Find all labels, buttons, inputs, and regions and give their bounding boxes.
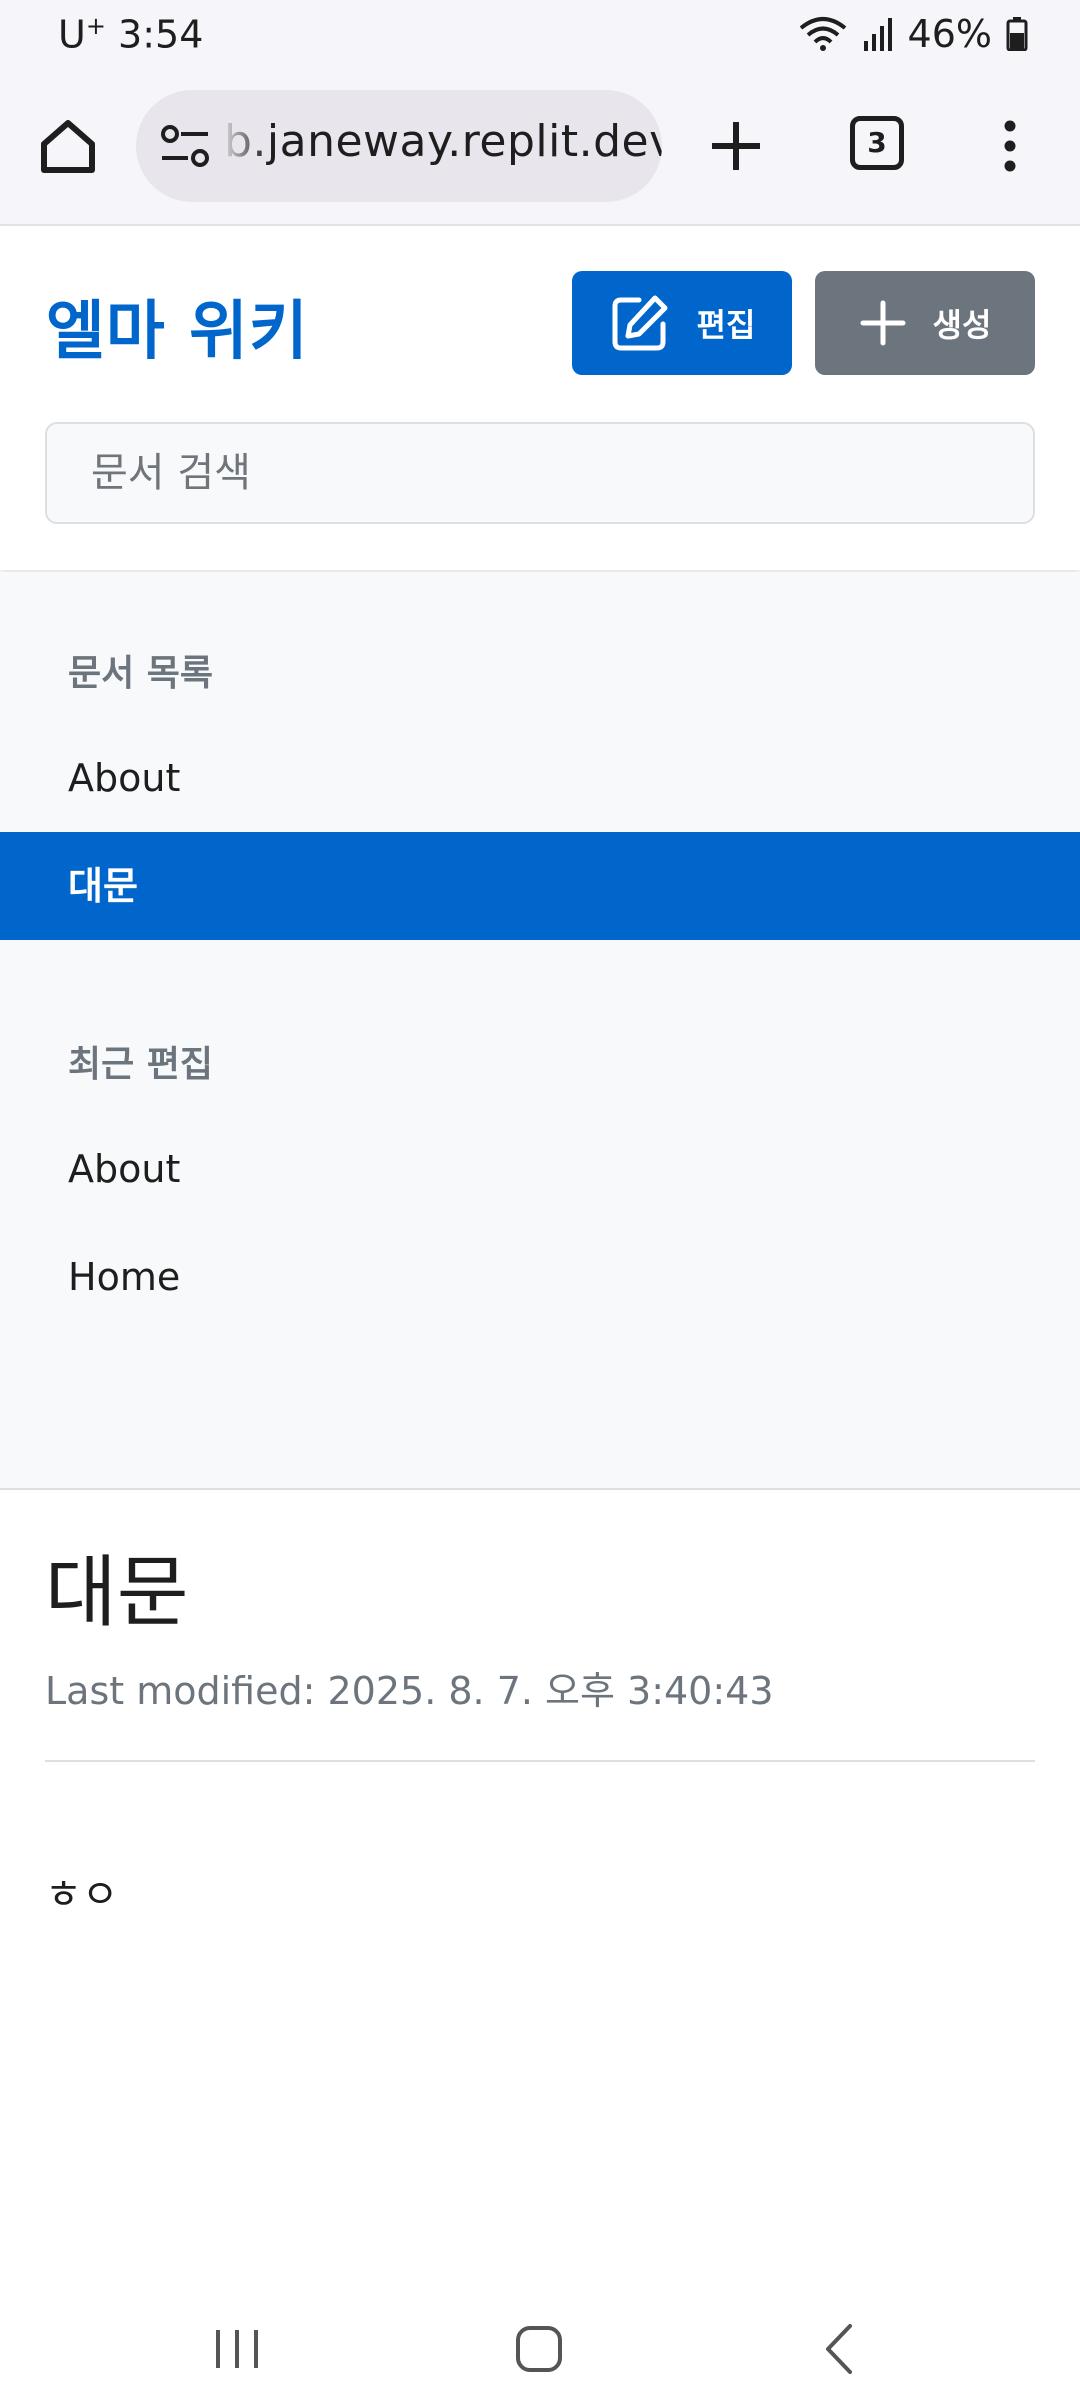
new-tab-plus-icon[interactable] bbox=[704, 114, 768, 178]
back-icon[interactable] bbox=[806, 2314, 876, 2384]
signal-icon bbox=[863, 18, 892, 51]
address-bar[interactable]: b.janeway.replit.dev bbox=[136, 90, 662, 202]
recent-item-about[interactable]: About bbox=[0, 1115, 1080, 1223]
last-modified: Last modified: 2025. 8. 7. 오후 3:40:43 bbox=[45, 1669, 774, 1713]
tab-switcher-button[interactable]: 3 bbox=[850, 116, 904, 170]
wiki-header: 엘마 위키 편집 생성 bbox=[0, 228, 1080, 570]
page-title: 대문 bbox=[45, 1548, 189, 1638]
url-fade bbox=[220, 90, 268, 202]
recent-edits-heading: 최근 편집 bbox=[68, 1044, 214, 1085]
status-bar: U+ 3:54 46% bbox=[0, 0, 1080, 74]
status-time: 3:54 bbox=[118, 12, 204, 57]
create-button[interactable]: 생성 bbox=[815, 271, 1035, 375]
carrier-label: U+ 3:54 bbox=[58, 12, 204, 57]
battery-icon bbox=[1006, 17, 1028, 51]
create-button-label: 생성 bbox=[932, 306, 992, 344]
sidebar-item-main-page[interactable]: 대문 bbox=[0, 832, 1080, 940]
content-divider bbox=[45, 1760, 1035, 1762]
sidebar: 문서 목록 About 대문 최근 편집 About Home bbox=[0, 572, 1080, 1490]
status-indicators: 46% bbox=[798, 12, 1028, 56]
wiki-title[interactable]: 엘마 위키 bbox=[46, 280, 309, 372]
more-vert-icon[interactable] bbox=[990, 114, 1030, 178]
wifi-icon bbox=[799, 17, 846, 51]
home-icon[interactable] bbox=[36, 114, 100, 178]
sidebar-item-about[interactable]: About bbox=[0, 724, 1080, 832]
screen: U+ 3:54 46% b.janeway.replit.dev 3 엘마 위키… bbox=[0, 0, 1080, 2408]
plus-icon bbox=[860, 300, 906, 346]
edit-button-label: 편집 bbox=[696, 306, 756, 344]
recent-item-home[interactable]: Home bbox=[0, 1223, 1080, 1331]
system-nav-bar bbox=[0, 2290, 1080, 2408]
home-button-icon[interactable] bbox=[504, 2314, 574, 2384]
edit-icon bbox=[612, 295, 668, 351]
page-body: ㅎㅇ bbox=[45, 1872, 119, 1918]
edit-button[interactable]: 편집 bbox=[572, 271, 792, 375]
site-settings-icon[interactable] bbox=[156, 118, 216, 174]
search-input[interactable] bbox=[45, 422, 1035, 524]
battery-percent: 46% bbox=[907, 12, 992, 56]
doc-list-heading: 문서 목록 bbox=[68, 653, 214, 694]
url-text: b.janeway.replit.dev bbox=[224, 116, 662, 167]
recent-apps-icon[interactable] bbox=[202, 2314, 272, 2384]
browser-toolbar: b.janeway.replit.dev 3 bbox=[0, 74, 1080, 226]
